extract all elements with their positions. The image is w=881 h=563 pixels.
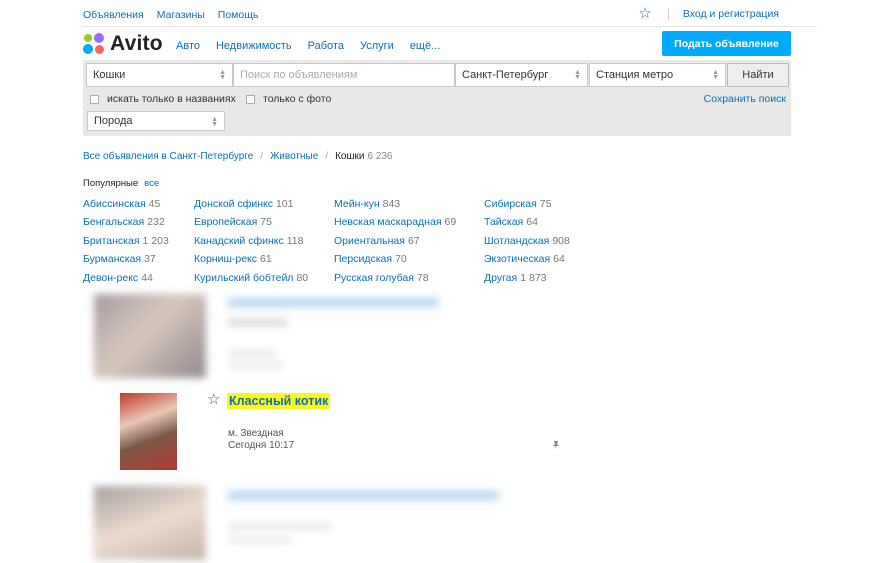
checkbox-box[interactable] (90, 94, 99, 104)
city-value: Санкт-Петербург (462, 69, 549, 81)
category-select[interactable]: Кошки ▲ ▼ (86, 63, 233, 87)
breed-item[interactable]: Невская маскарадная 69 (334, 216, 456, 234)
breed-item[interactable]: Мейн-кун 843 (334, 198, 456, 216)
listing-photo-blurred[interactable] (94, 486, 206, 560)
breed-item[interactable]: Экзотическая 64 (484, 253, 570, 271)
updown-arrow-icon: ▲ ▼ (712, 69, 719, 81)
breadcrumb: Все объявления в Санкт-Петербурге / Живо… (83, 151, 393, 162)
divider (667, 8, 669, 20)
city-select[interactable]: Санкт-Петербург ▲ ▼ (455, 63, 588, 87)
breadcrumb-current: Кошки (335, 151, 365, 162)
login-link[interactable]: Вход и регистрация (683, 8, 779, 20)
listing-title-blurred (228, 298, 438, 307)
breed-item[interactable]: Шотландская 908 (484, 235, 570, 253)
nav-services[interactable]: Услуги (360, 40, 394, 52)
top-link-shops[interactable]: Магазины (157, 9, 205, 21)
logo-text: Avito (110, 32, 163, 55)
top-right: ☆ Вход и регистрация (638, 6, 779, 21)
popular-label: Популярные (83, 178, 139, 189)
top-links: Объявления Магазины Помощь (83, 9, 258, 21)
breadcrumb-all[interactable]: Все объявления в Санкт-Петербурге (83, 151, 253, 162)
nav-auto[interactable]: Авто (176, 40, 200, 52)
breed-item[interactable]: Бурманская 37 (83, 253, 169, 271)
favorite-star-icon[interactable]: ☆ (207, 392, 220, 408)
metro-value: Станция метро (596, 69, 674, 81)
breed-item[interactable]: Девон-рекс 44 (83, 272, 169, 290)
listing-photo[interactable] (120, 393, 177, 470)
breed-item[interactable]: Русская голубая 78 (334, 272, 456, 290)
breed-item[interactable]: Сибирская 75 (484, 198, 570, 216)
metro-select[interactable]: Станция метро ▲ ▼ (589, 63, 726, 87)
post-ad-button[interactable]: Подать объявление (662, 31, 791, 56)
main-nav: Авто Недвижимость Работа Услуги ещё... (176, 40, 440, 52)
checkbox-box[interactable] (246, 94, 255, 104)
breed-item[interactable]: Канадский сфинкс 118 (194, 235, 308, 253)
category-value: Кошки (93, 69, 126, 81)
listing-title-link[interactable]: Классный котик (227, 393, 331, 409)
only-titles-label: искать только в названиях (107, 93, 236, 105)
breed-item[interactable]: Абиссинская 45 (83, 198, 169, 216)
breed-column: Донской сфинкс 101 Европейская 75 Канадски… (194, 198, 308, 290)
result-count: 6 236 (367, 151, 393, 162)
top-bar: Объявления Магазины Помощь ☆ Вход и реги… (83, 0, 817, 27)
breed-item[interactable]: Корниш-рекс 61 (194, 253, 308, 271)
breed-item[interactable]: Персидская 70 (334, 253, 456, 271)
breed-item[interactable]: Другая 1 873 (484, 272, 570, 290)
breed-column: Сибирская 75 Тайская 64 Шотландская 908 Экз… (484, 198, 570, 290)
pin-icon[interactable] (552, 440, 560, 450)
nav-jobs[interactable]: Работа (308, 40, 344, 52)
listing-meta-blurred (228, 350, 276, 356)
top-link-ads[interactable]: Объявления (83, 9, 144, 21)
listing-meta-blurred (228, 537, 292, 543)
breed-value: Порода (94, 115, 133, 127)
listing-photo-blurred[interactable] (94, 294, 206, 378)
breadcrumb-animals[interactable]: Животные (270, 151, 318, 162)
listing-meta-blurred (228, 524, 332, 530)
avito-logo[interactable]: Avito (83, 32, 163, 56)
favorites-star-icon[interactable]: ☆ (638, 6, 651, 21)
find-button[interactable]: Найти (727, 63, 789, 87)
listing-title-blurred (228, 491, 498, 500)
updown-arrow-icon: ▲ ▼ (219, 69, 226, 81)
popular-header: Популярные все (83, 178, 159, 189)
breed-item[interactable]: Тайская 64 (484, 216, 570, 234)
listing-time: Сегодня 10:17 (228, 440, 295, 451)
breed-item[interactable]: Европейская 75 (194, 216, 308, 234)
breed-item[interactable]: Бенгальская 232 (83, 216, 169, 234)
breed-select[interactable]: Порода ▲ ▼ (87, 111, 225, 131)
breed-item[interactable]: Курильский бобтейл 80 (194, 272, 308, 290)
popular-all-link[interactable]: все (144, 178, 159, 189)
only-photo-label: только с фото (263, 93, 332, 105)
logo-dots-icon (83, 33, 105, 55)
search-placeholder: Поиск по объявлениям (240, 69, 358, 81)
save-search-link[interactable]: Сохранить поиск (704, 93, 786, 105)
updown-arrow-icon: ▲ ▼ (574, 69, 581, 81)
breed-column: Абиссинская 45 Бенгальская 232 Британская 1… (83, 198, 169, 290)
nav-realty[interactable]: Недвижимость (216, 40, 292, 52)
only-titles-checkbox[interactable]: искать только в названиях (90, 93, 236, 105)
listing-meta-blurred (228, 362, 284, 368)
listing-price-blurred (228, 319, 288, 326)
only-photo-checkbox[interactable]: только с фото (246, 93, 331, 105)
search-input[interactable]: Поиск по объявлениям (233, 63, 455, 87)
top-link-help[interactable]: Помощь (218, 9, 259, 21)
breed-column: Мейн-кун 843 Невская маскарадная 69 Ориент… (334, 198, 456, 290)
breed-item[interactable]: Британская 1 203 (83, 235, 169, 253)
listing-metro: м. Звездная (228, 428, 284, 439)
breed-item[interactable]: Ориентальная 67 (334, 235, 456, 253)
nav-more[interactable]: ещё... (410, 40, 440, 52)
updown-arrow-icon: ▲ ▼ (211, 116, 218, 128)
breed-item[interactable]: Донской сфинкс 101 (194, 198, 308, 216)
